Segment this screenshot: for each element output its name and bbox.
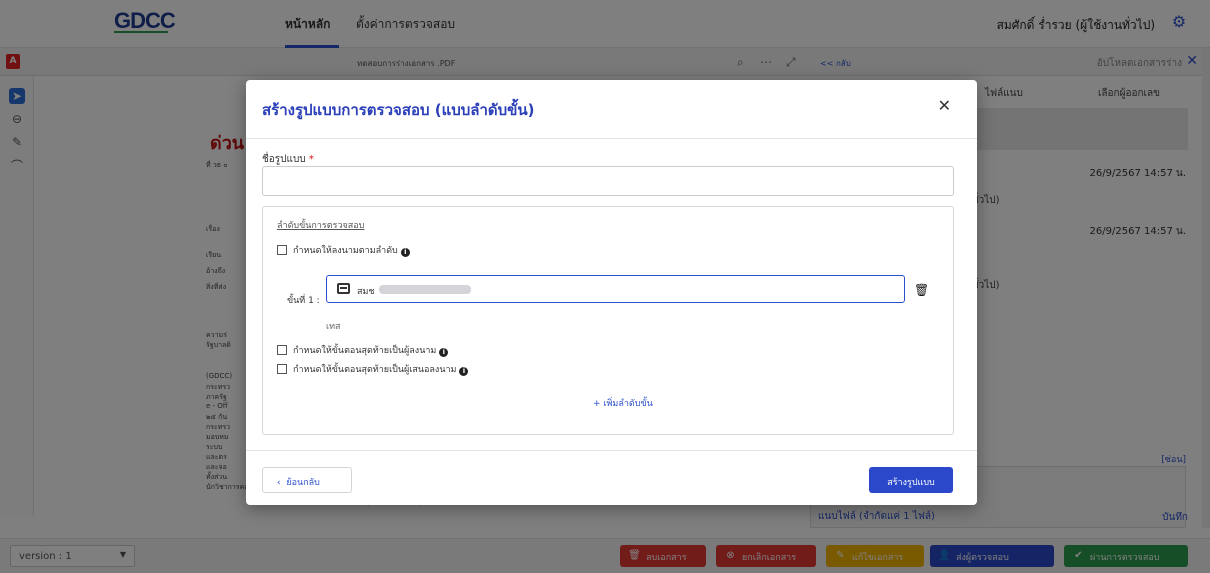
back-button-label: ย้อนกลับ bbox=[286, 478, 320, 488]
back-button[interactable]: ‹ ย้อนกลับ bbox=[262, 467, 352, 493]
pattern-name-label-text: ชื่อรูปแบบ bbox=[262, 154, 306, 165]
sign-in-order-option[interactable]: กำหนดให้ลงนามตามลำดับ i bbox=[277, 243, 410, 257]
pattern-name-input[interactable] bbox=[262, 166, 954, 196]
last-step-proposer-option[interactable]: กำหนดให้ขั้นตอนสุดท้ายเป็นผู้เสนอลงนาม i bbox=[277, 362, 469, 376]
create-review-pattern-dialog: สร้างรูปแบบการตรวจสอบ (แบบลำดับขั้น) ✕ ช… bbox=[246, 80, 977, 505]
step-1-subtext: เทส bbox=[326, 322, 341, 332]
add-step-button[interactable]: + เพิ่มลำดับขั้น bbox=[593, 396, 653, 410]
last-step-signer-option[interactable]: กำหนดให้ขั้นตอนสุดท้ายเป็นผู้ลงนาม i bbox=[277, 343, 449, 357]
review-steps-section: ลำดับขั้นการตรวจสอบ กำหนดให้ลงนามตามลำดั… bbox=[262, 206, 954, 435]
divider bbox=[246, 138, 977, 139]
chevron-left-icon: ‹ bbox=[277, 478, 281, 488]
dialog-title: สร้างรูปแบบการตรวจสอบ (แบบลำดับขั้น) bbox=[262, 101, 535, 119]
create-pattern-button[interactable]: สร้างรูปแบบ bbox=[869, 467, 953, 493]
sign-in-order-checkbox[interactable] bbox=[277, 245, 287, 255]
last-step-proposer-label: กำหนดให้ขั้นตอนสุดท้ายเป็นผู้เสนอลงนาม bbox=[293, 365, 457, 375]
info-icon[interactable]: i bbox=[459, 367, 469, 376]
step-1-label: ขั้นที่ 1 : bbox=[287, 296, 320, 306]
redacted-text bbox=[379, 285, 471, 294]
step-1-reviewer-input[interactable]: สมช bbox=[326, 275, 905, 303]
step-1-reviewer-value: สมช bbox=[357, 287, 375, 297]
trash-icon[interactable]: 🗑 bbox=[914, 283, 929, 297]
divider bbox=[246, 450, 977, 451]
last-step-proposer-checkbox[interactable] bbox=[277, 364, 287, 374]
pattern-name-label: ชื่อรูปแบบ * bbox=[262, 152, 314, 167]
last-step-signer-checkbox[interactable] bbox=[277, 345, 287, 355]
close-icon[interactable]: ✕ bbox=[938, 96, 951, 115]
info-icon[interactable]: i bbox=[439, 348, 449, 357]
sign-in-order-label: กำหนดให้ลงนามตามลำดับ bbox=[293, 246, 398, 256]
review-steps-legend: ลำดับขั้นการตรวจสอบ bbox=[277, 221, 365, 231]
info-icon[interactable]: i bbox=[400, 248, 410, 257]
required-marker: * bbox=[308, 154, 314, 165]
last-step-signer-label: กำหนดให้ขั้นตอนสุดท้ายเป็นผู้ลงนาม bbox=[293, 346, 437, 356]
id-card-icon bbox=[337, 283, 350, 294]
